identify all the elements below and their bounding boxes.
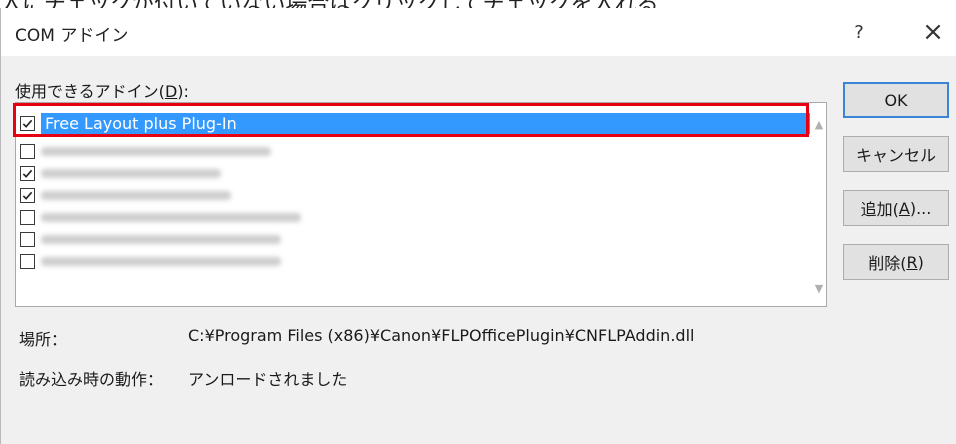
- addin-checkbox[interactable]: [20, 165, 35, 181]
- list-item[interactable]: [20, 229, 815, 249]
- addins-listbox[interactable]: Free Layout plus Plug-In ▲ ▼: [15, 102, 827, 307]
- checkmark-icon: [22, 169, 33, 178]
- location-value: C:¥Program Files (x86)¥Canon¥FLPOfficePl…: [188, 326, 695, 345]
- addin-checkbox[interactable]: [20, 115, 35, 131]
- list-item[interactable]: [20, 185, 815, 205]
- dialog-titlebar: COM アドイン ? ×: [1, 8, 956, 56]
- addin-checkbox[interactable]: [20, 209, 35, 225]
- addin-name-blurred: [41, 146, 271, 156]
- com-addins-dialog: COM アドイン ? × 使用できるアドイン(D): Free Layout p…: [0, 8, 956, 444]
- addin-name-blurred: [41, 256, 281, 266]
- list-item[interactable]: [20, 251, 815, 271]
- addin-name-blurred: [41, 234, 281, 244]
- addin-name-blurred: [41, 190, 231, 200]
- addin-name-blurred: [41, 168, 221, 178]
- load-behavior-label: 読み込み時の動作：: [19, 370, 164, 389]
- ok-button[interactable]: OK: [843, 82, 949, 118]
- cancel-button[interactable]: キャンセル: [843, 136, 949, 172]
- addin-checkbox[interactable]: [20, 231, 35, 247]
- remove-button[interactable]: 削除(R): [843, 244, 949, 280]
- list-item[interactable]: [20, 207, 815, 227]
- addin-checkbox[interactable]: [20, 143, 35, 159]
- checkmark-icon: [22, 119, 33, 128]
- add-button[interactable]: 追加(A)...: [843, 190, 949, 226]
- checkmark-icon: [22, 191, 33, 200]
- addin-checkbox[interactable]: [20, 253, 35, 269]
- list-item[interactable]: [20, 141, 815, 161]
- list-item[interactable]: [20, 163, 815, 183]
- dialog-title: COM アドイン: [15, 26, 129, 46]
- chevron-down-icon[interactable]: ▼: [812, 281, 826, 295]
- location-label: 場所：: [19, 330, 68, 349]
- addins-list-label: 使用できるアドイン(D):: [15, 82, 189, 101]
- help-button[interactable]: ?: [841, 16, 877, 48]
- list-item[interactable]: Free Layout plus Plug-In: [20, 112, 815, 134]
- chevron-up-icon[interactable]: ▲: [812, 117, 826, 131]
- addin-checkbox[interactable]: [20, 187, 35, 203]
- load-behavior-value: アンロードされました: [188, 370, 348, 389]
- addin-name: Free Layout plus Plug-In: [41, 112, 810, 134]
- addin-name-blurred: [41, 212, 301, 222]
- close-button[interactable]: ×: [913, 14, 953, 50]
